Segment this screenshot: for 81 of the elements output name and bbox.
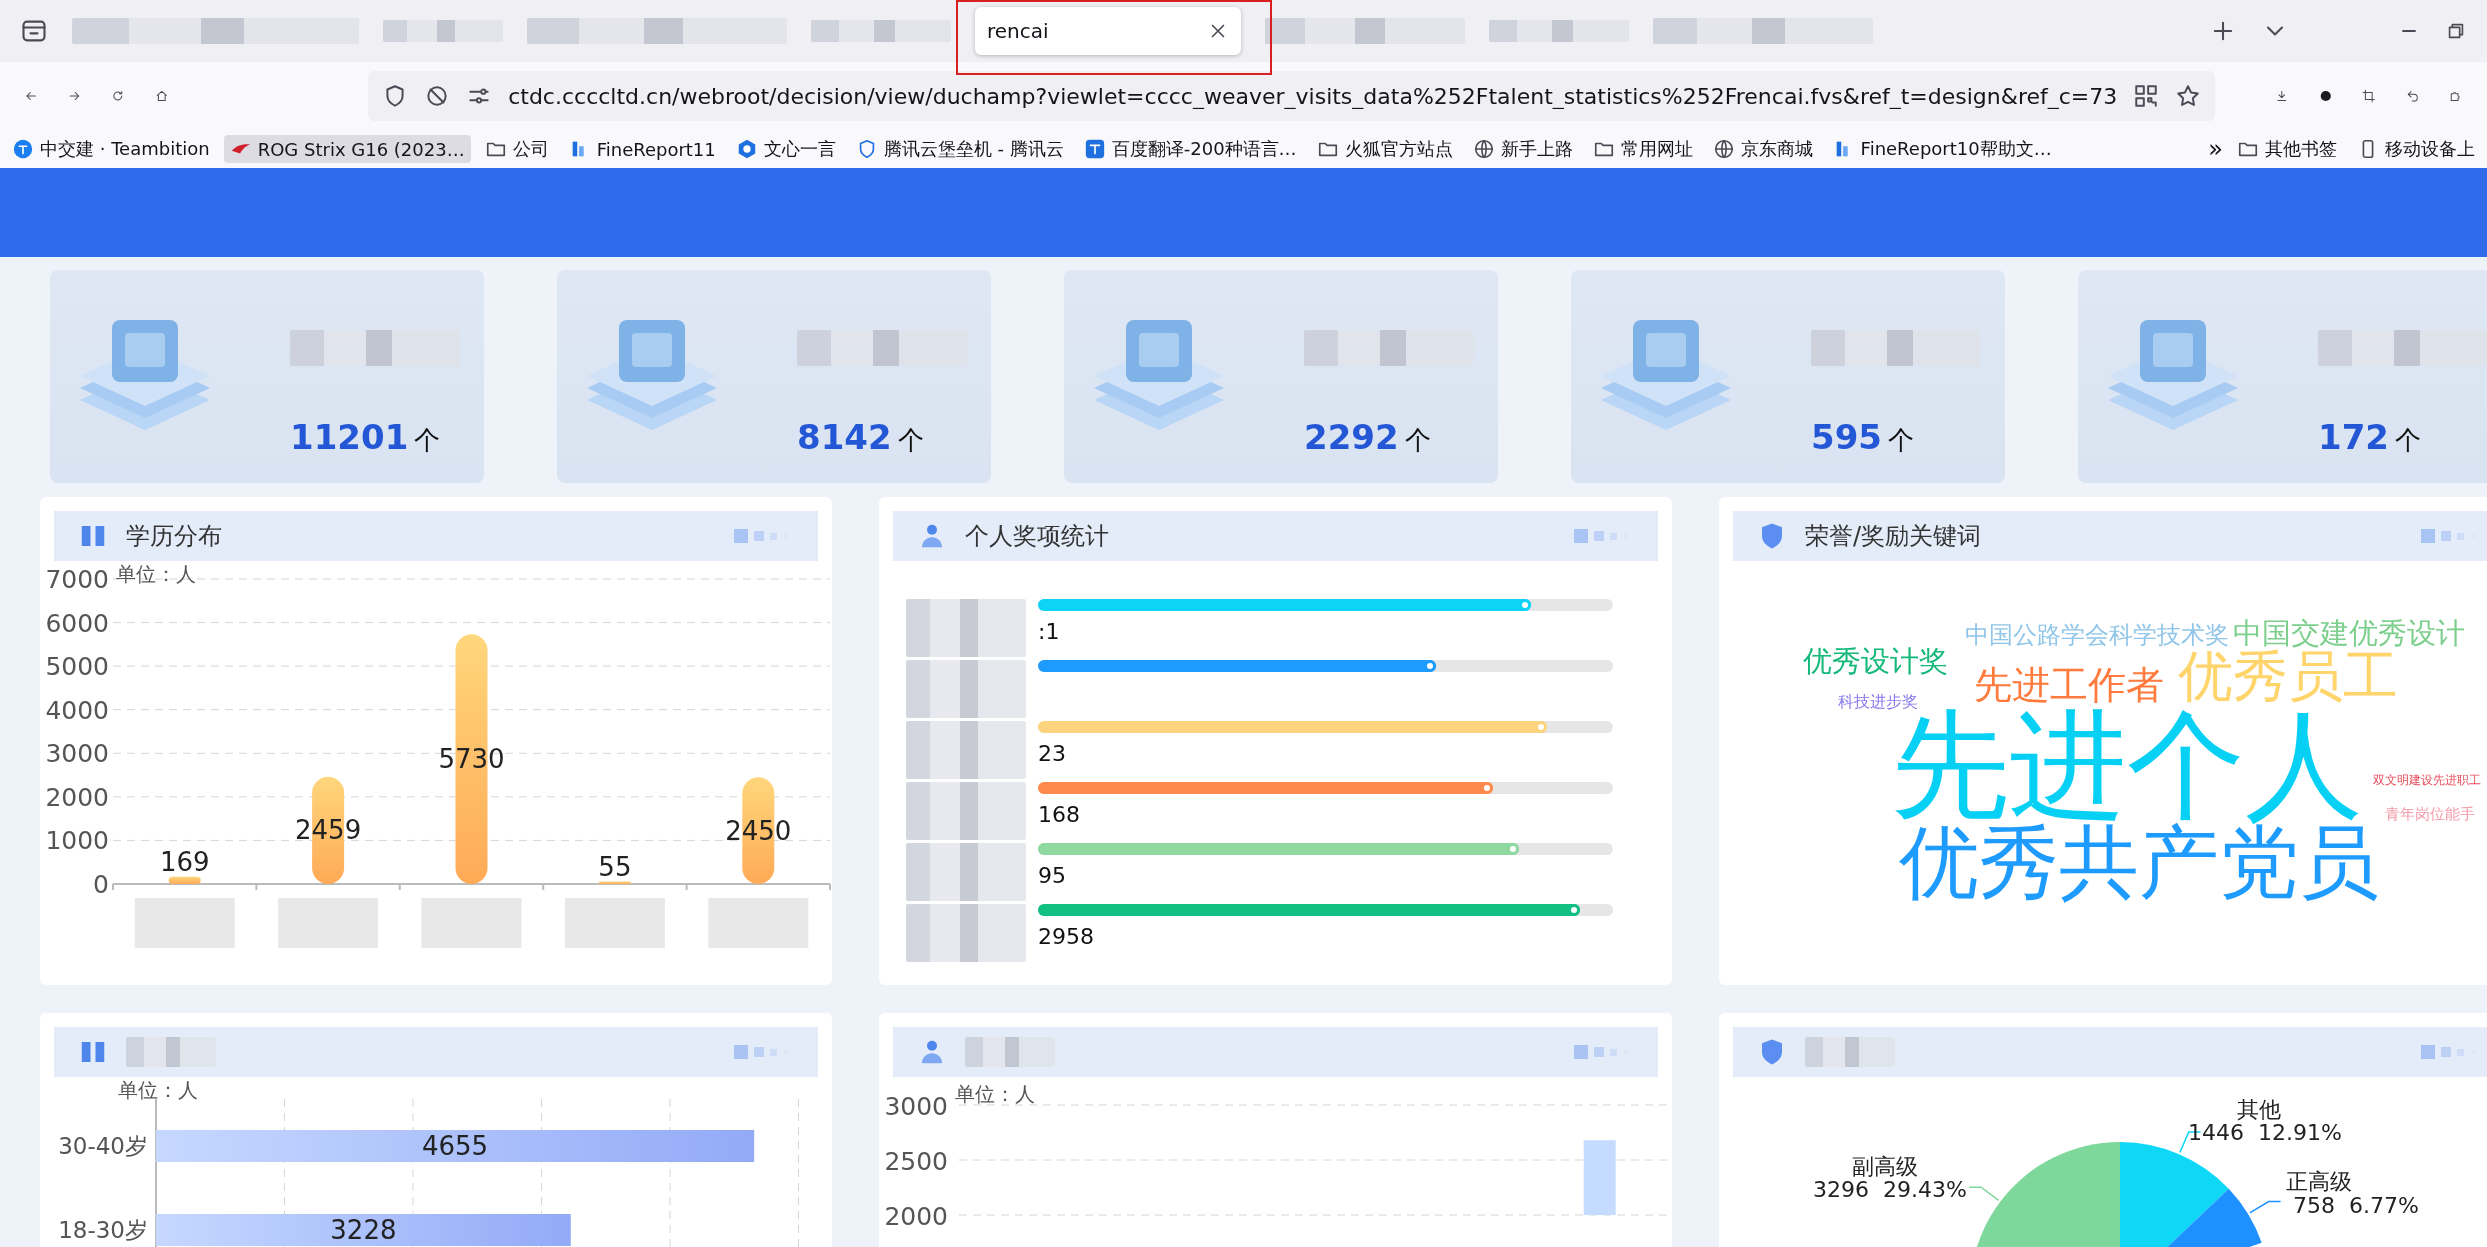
unit-label: 单位：人 [118,1078,198,1102]
panel-title: 荣誉/奖励关键词 [1805,521,1982,552]
axis-tick-label: 6000 [45,608,109,638]
unit-label: 个 [2395,424,2421,457]
unit-label: 个 [897,424,924,457]
slice-value-label: 758 6.77% [2293,1193,2419,1218]
bookmark-item[interactable]: 文心一言 [729,134,842,164]
axis-tick-label: 2500 [884,1147,948,1176]
axis-category-label: 30-40岁 [58,1133,148,1159]
browser-tab[interactable]: rencai [975,7,1241,55]
unit-label: 个 [414,424,441,457]
keyword-text: 先进工作者 [1974,666,2164,704]
star-icon[interactable] [2175,83,2202,109]
leader-line [2249,1200,2282,1214]
stat-value: 2292 [1304,417,1399,457]
bookmark-item[interactable]: 腾讯云堡垒机 - 腾讯云 [849,134,1070,164]
data-label: 2450 [725,815,792,846]
unit-label: 个 [1404,424,1431,457]
keyword-text: 中国公路学会科学技术奖 [1965,623,2229,647]
axis-tick-label: 4000 [45,695,109,725]
tab-title: rencai [987,19,1049,43]
bookmark-item[interactable]: 中交建 · Teambition [6,134,216,164]
globe-icon [1712,138,1735,160]
value-label: 23 [1038,741,1066,766]
data-label: 55 [598,851,632,882]
t-logo-icon [12,138,34,160]
bookmark-item[interactable]: 移动设备上 [2351,134,2481,164]
data-label: 169 [159,846,210,877]
panel-title: 个人奖项统计 [965,521,1109,552]
slice-label: 其他 [2237,1097,2281,1122]
stat-value: 595 [1811,417,1882,457]
axis-tick-label: 2000 [884,1202,948,1227]
keyword-text: 优秀设计奖 [1803,647,1948,676]
axis-category-label: 18-30岁 [58,1217,148,1243]
slice-value-label: 1446 12.91% [2188,1120,2342,1145]
unit-label: 单位：人 [955,1082,1035,1106]
keyword-text: 优秀共产党员 [1899,823,2379,903]
slice-label: 副高级 [1852,1154,1918,1179]
value-label: 2958 [1038,924,1094,949]
data-label: 4655 [422,1131,489,1161]
bookmark-item[interactable]: ROG Strix G16 (2023… [223,135,471,163]
leader-line [1968,1186,2000,1202]
bookmark-item[interactable]: FineReport10帮助文… [1826,134,2058,164]
value-label: 95 [1038,863,1066,888]
axis-tick-label: 1000 [45,826,109,856]
bookmark-item[interactable]: 京东商城 [1706,134,1819,164]
bookmark-item[interactable]: 新手上路 [1466,134,1579,164]
bar [168,876,201,884]
keyword-text: 优秀员工 [2178,649,2398,704]
qr-code-icon[interactable] [2133,83,2160,109]
value-label: :1 [1038,619,1060,644]
slice-label: 正高级 [2286,1169,2352,1194]
axis-tick-label: 3000 [45,739,109,769]
address-field[interactable]: ctdc.ccccltd.cn/webroot/decision/view/duchamp?viewlet=cccc_weaver_visits_data%252Ftalent_statistics%252Frencai.fvs&ref_t=design&ref_c=73 [368,71,2216,121]
bookmark-item[interactable]: 其他书签 [2231,134,2343,164]
axis-tick-label: 7000 [45,565,109,594]
axis-tick-label: 3000 [884,1092,948,1121]
bookmark-item[interactable]: 公司 [478,134,555,164]
data-label: 3228 [330,1215,397,1245]
stat-value: 172 [2318,417,2389,457]
stat-value: 8142 [797,417,892,457]
bookmark-item[interactable]: 百度翻译-200种语言… [1077,134,1303,164]
keyword-text: 青年岗位能手 [2385,807,2475,822]
data-label: 5730 [438,744,505,775]
stat-value: 11201 [290,417,409,457]
panel-title: 学历分布 [126,521,222,552]
unit-label: 单位：人 [116,562,196,586]
overflow-chevron[interactable]: » [2208,135,2223,163]
bookmark-item[interactable]: FineReport11 [562,135,722,163]
keyword-text: 双文明建设先进职工 [2373,774,2481,786]
slice-value-label: 3296 29.43% [1813,1177,1967,1202]
bar [598,881,631,884]
axis-tick-label: 0 [93,870,109,899]
unit-label: 个 [1888,424,1914,457]
keyword-text: 中国交建优秀设计 [2233,619,2465,648]
bookmark-item[interactable]: 火狐官方站点 [1310,134,1459,164]
value-label: 168 [1038,802,1080,827]
bookmark-item[interactable]: 常用网址 [1586,134,1699,164]
axis-tick-label: 2000 [45,782,109,812]
axis-tick-label: 5000 [45,652,109,682]
globe-icon [1472,138,1495,160]
